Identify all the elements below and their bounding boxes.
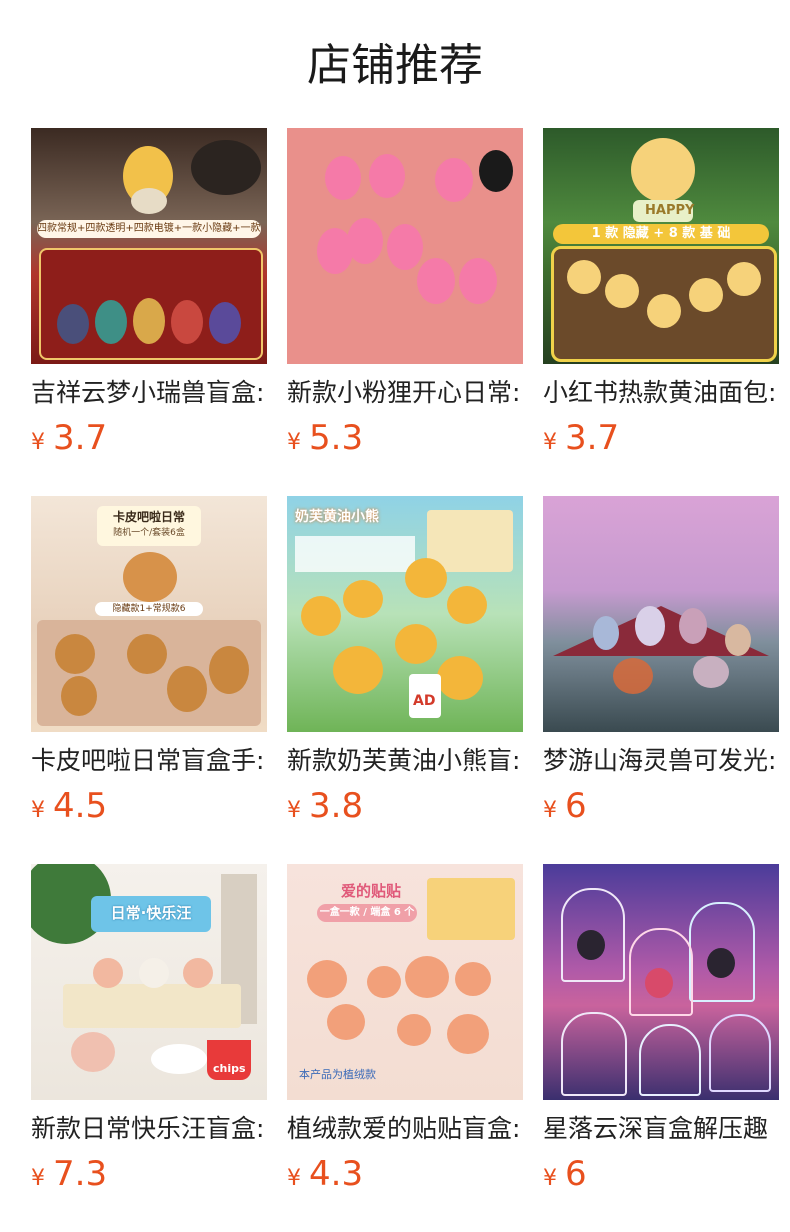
product-name[interactable]: 卡皮吧啦日常盲盒手:: [31, 744, 267, 778]
product-image-caption: chips: [213, 1062, 246, 1075]
product-card[interactable]: 爱的贴贴 一盒一款 / 端盒 6 个 本产品为植绒款 植绒款爱的贴贴盲盒: ¥4…: [287, 864, 523, 1232]
currency-symbol: ¥: [543, 1166, 557, 1191]
product-image-caption: 本产品为植绒款: [299, 1068, 376, 1081]
price-amount: 3.7: [565, 418, 620, 458]
currency-symbol: ¥: [543, 430, 557, 455]
product-image-caption: AD: [413, 693, 436, 709]
product-image-caption: 四款常规+四款透明+四款电镀+一款小隐藏+一款大隐藏: [37, 220, 261, 238]
product-price: ¥3.7: [31, 416, 267, 460]
product-image: 卡皮吧啦日常 随机一个/套装6盒 隐藏款1+常规款6: [31, 496, 267, 732]
currency-symbol: ¥: [31, 1166, 45, 1191]
product-card[interactable]: 四款常规+四款透明+四款电镀+一款小隐藏+一款大隐藏 吉祥云梦小瑞兽盲盒: ¥3…: [31, 128, 267, 496]
product-image-caption: 随机一个/套装6盒: [113, 528, 185, 538]
product-image: 爱的贴贴 一盒一款 / 端盒 6 个 本产品为植绒款: [287, 864, 523, 1100]
product-image-caption: 爱的贴贴: [341, 882, 402, 900]
product-price: ¥5.3: [287, 416, 523, 460]
product-image: 日常·快乐汪 chips: [31, 864, 267, 1100]
product-price: ¥4.5: [31, 784, 267, 828]
product-name[interactable]: 新款小粉狸开心日常:: [287, 376, 523, 410]
currency-symbol: ¥: [287, 798, 301, 823]
product-image: [543, 864, 779, 1100]
product-image: [287, 128, 523, 364]
product-name[interactable]: 小红书热款黄油面包:: [543, 376, 779, 410]
product-name[interactable]: 梦游山海灵兽可发光:: [543, 744, 779, 778]
product-card[interactable]: 卡皮吧啦日常 随机一个/套装6盒 隐藏款1+常规款6 卡皮吧啦日常盲盒手: ¥4…: [31, 496, 267, 864]
price-amount: 3.8: [309, 786, 364, 826]
product-image-caption: 日常·快乐汪: [110, 904, 192, 922]
product-name[interactable]: 星落云深盲盒解压趣: [543, 1112, 779, 1146]
product-card[interactable]: 奶芙黄油小熊 AD 新款奶芙黄油小熊盲: ¥3.8: [287, 496, 523, 864]
product-name[interactable]: 新款奶芙黄油小熊盲:: [287, 744, 523, 778]
product-card[interactable]: 日常·快乐汪 chips 新款日常快乐汪盲盒: ¥7.3: [31, 864, 267, 1232]
currency-symbol: ¥: [31, 798, 45, 823]
price-amount: 4.3: [309, 1154, 364, 1194]
price-amount: 6: [565, 786, 587, 826]
product-image: 四款常规+四款透明+四款电镀+一款小隐藏+一款大隐藏: [31, 128, 267, 364]
price-amount: 6: [565, 1154, 587, 1194]
product-price: ¥6: [543, 1152, 779, 1196]
currency-symbol: ¥: [543, 798, 557, 823]
product-image-caption: HAPPY: [645, 203, 695, 218]
product-grid: 四款常规+四款透明+四款电镀+一款小隐藏+一款大隐藏 吉祥云梦小瑞兽盲盒: ¥3…: [31, 128, 779, 1232]
product-price: ¥3.8: [287, 784, 523, 828]
page: 店铺推荐 四款常规+四款透明+四款电镀+一款小隐藏+一款大隐藏 吉祥云梦小瑞兽盲…: [0, 0, 790, 1232]
product-image-caption: 1 款 隐藏 + 8 款 基 础: [591, 226, 731, 241]
price-amount: 5.3: [309, 418, 364, 458]
product-card[interactable]: HAPPY 1 款 隐藏 + 8 款 基 础 小红书热款黄油面包: ¥3.7: [543, 128, 779, 496]
product-image-caption: 一盒一款 / 端盒 6 个: [319, 907, 415, 918]
product-price: ¥3.7: [543, 416, 779, 460]
product-name[interactable]: 植绒款爱的贴贴盲盒:: [287, 1112, 523, 1146]
product-image-caption: 奶芙黄油小熊: [295, 509, 379, 525]
price-amount: 7.3: [53, 1154, 108, 1194]
product-price: ¥6: [543, 784, 779, 828]
product-image: 奶芙黄油小熊 AD: [287, 496, 523, 732]
product-card[interactable]: 梦游山海灵兽可发光: ¥6: [543, 496, 779, 864]
price-amount: 4.5: [53, 786, 108, 826]
price-amount: 3.7: [53, 418, 108, 458]
product-card[interactable]: 新款小粉狸开心日常: ¥5.3: [287, 128, 523, 496]
product-image: HAPPY 1 款 隐藏 + 8 款 基 础: [543, 128, 779, 364]
product-card[interactable]: 星落云深盲盒解压趣 ¥6: [543, 864, 779, 1232]
product-image-caption: 隐藏款1+常规款6: [112, 604, 186, 614]
currency-symbol: ¥: [31, 430, 45, 455]
product-price: ¥4.3: [287, 1152, 523, 1196]
product-image: [543, 496, 779, 732]
product-name[interactable]: 新款日常快乐汪盲盒:: [31, 1112, 267, 1146]
currency-symbol: ¥: [287, 430, 301, 455]
product-price: ¥7.3: [31, 1152, 267, 1196]
product-name[interactable]: 吉祥云梦小瑞兽盲盒:: [31, 376, 267, 410]
page-title: 店铺推荐: [307, 40, 483, 91]
currency-symbol: ¥: [287, 1166, 301, 1191]
